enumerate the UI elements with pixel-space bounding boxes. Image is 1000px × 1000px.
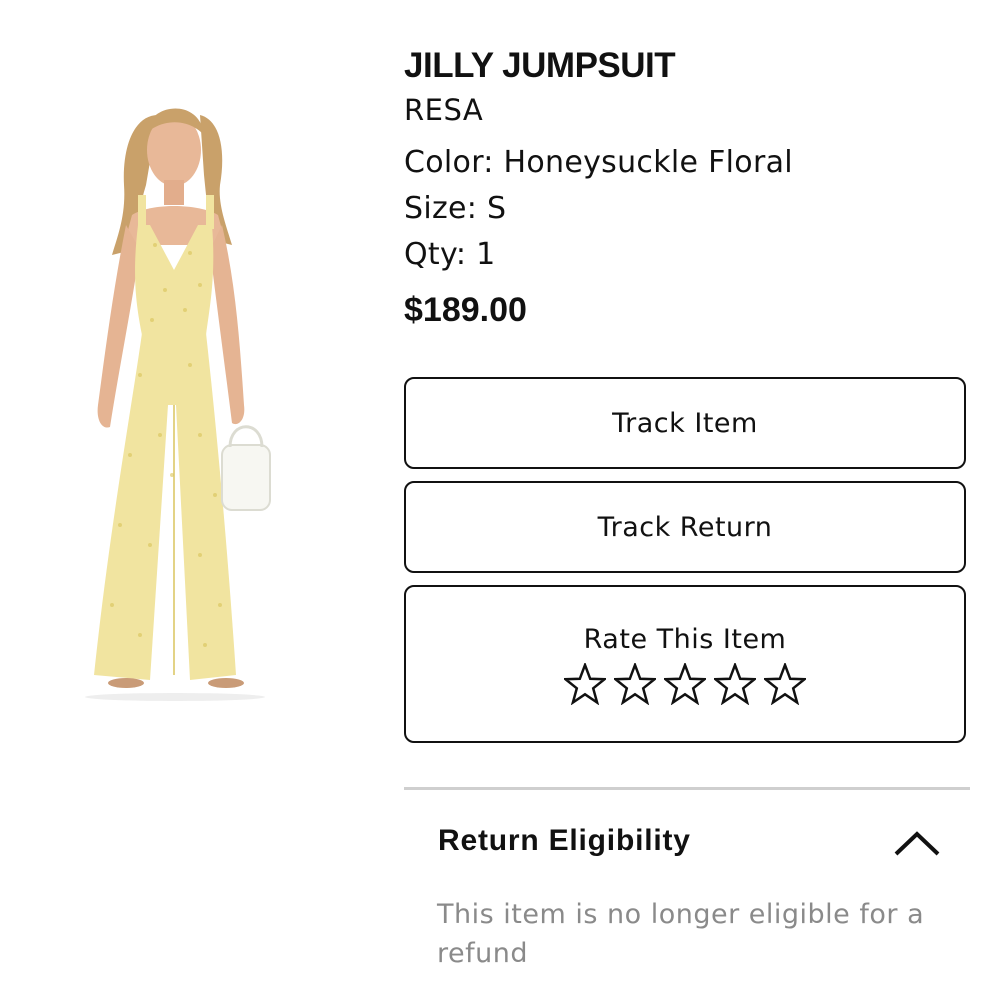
- product-brand: RESA: [404, 93, 484, 127]
- track-return-button[interactable]: Track Return: [404, 481, 966, 573]
- product-details: JILLY JUMPSUIT RESA Color: Honeysuckle F…: [404, 44, 970, 330]
- star-outline-icon[interactable]: [614, 663, 656, 705]
- product-image: [40, 75, 340, 715]
- product-title: JILLY JUMPSUIT: [404, 46, 676, 85]
- track-item-label: Track Item: [612, 407, 758, 439]
- return-eligibility-header[interactable]: Return Eligibility: [404, 812, 970, 874]
- track-item-button[interactable]: Track Item: [404, 377, 966, 469]
- track-return-label: Track Return: [597, 511, 773, 543]
- product-color: Color: Honeysuckle Floral: [404, 145, 793, 180]
- product-price: $189.00: [404, 291, 527, 329]
- product-attributes: Color: Honeysuckle Floral Size: S Qty: 1: [404, 140, 970, 278]
- star-outline-icon[interactable]: [764, 663, 806, 705]
- star-rating: [406, 663, 964, 705]
- star-outline-icon[interactable]: [564, 663, 606, 705]
- product-size: Size: S: [404, 191, 507, 226]
- star-outline-icon[interactable]: [714, 663, 756, 705]
- chevron-up-icon[interactable]: [892, 828, 942, 858]
- star-outline-icon[interactable]: [664, 663, 706, 705]
- rate-item-panel: Rate This Item: [404, 585, 966, 743]
- section-divider: [404, 787, 970, 790]
- return-eligibility-message: This item is no longer eligible for a re…: [437, 899, 925, 969]
- return-eligibility-title: Return Eligibility: [438, 824, 691, 857]
- rate-item-label: Rate This Item: [583, 624, 787, 655]
- product-qty: Qty: 1: [404, 237, 496, 272]
